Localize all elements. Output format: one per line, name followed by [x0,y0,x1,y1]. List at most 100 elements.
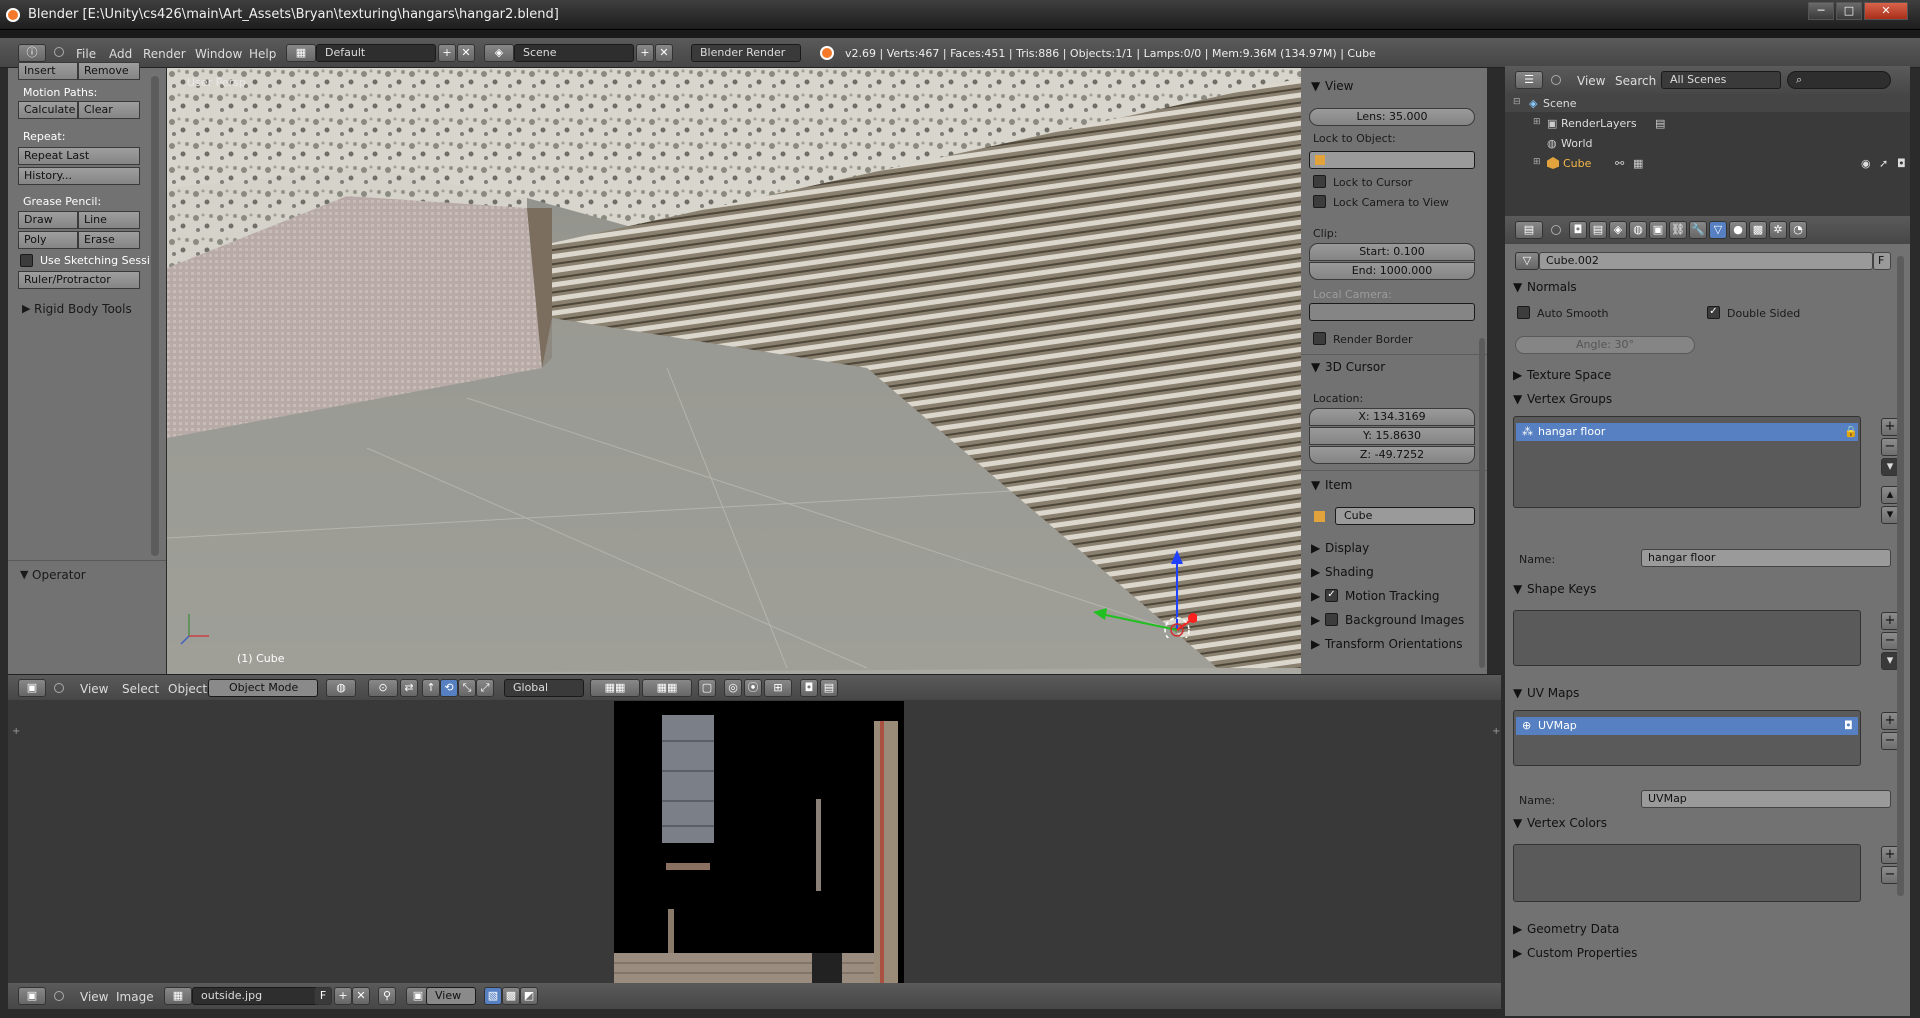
draw-channels-rgb-icon[interactable]: ▧ [484,987,502,1005]
render-border-checkbox[interactable] [1313,332,1326,345]
browse-image-icon[interactable]: ▦ [164,987,192,1005]
transform-orientation-select[interactable]: Global [504,679,584,697]
editor-type-icon[interactable]: ⓘ [18,44,46,62]
outliner-item-scene[interactable]: Scene [1543,97,1577,110]
line-button[interactable]: Line [78,211,140,229]
lock-icon[interactable]: 🔒 [1844,425,1858,438]
menu-render[interactable]: Render [143,47,186,61]
remove-scene-button[interactable]: ✕ [655,44,673,62]
repeat-last-button[interactable]: Repeat Last [18,147,140,165]
menu-window[interactable]: Window [195,47,242,61]
view-mode-select[interactable]: View [426,987,476,1005]
calculate-button[interactable]: Calculate [18,101,78,119]
mesh-name-field[interactable]: Cube.002 [1539,252,1873,270]
motion-tracking-expand-icon[interactable]: ▶ [1311,589,1320,603]
expand-icon[interactable]: ⊞ [1533,157,1541,167]
uv-map-item[interactable]: UVMap [1516,717,1858,735]
scene-field[interactable]: Scene [514,44,634,62]
scene-icon[interactable]: ◈ [484,44,514,62]
cursor-panel-header[interactable]: 3D Cursor [1325,360,1385,374]
menu-select[interactable]: Select [122,682,159,696]
new-image-button[interactable]: + [334,987,352,1005]
use-sketching-checkbox[interactable] [20,254,33,267]
render-still-icon[interactable]: ◘ [800,679,818,697]
snap-element-icon[interactable]: ⊞ [764,679,792,697]
draw-button[interactable]: Draw [18,211,78,229]
left-plus-icon[interactable]: + [12,726,20,737]
custom-properties-header[interactable]: Custom Properties [1527,946,1637,960]
item-name-field[interactable]: Cube [1335,507,1475,525]
item-panel-header[interactable]: Item [1325,478,1352,492]
item-panel-toggle-icon[interactable]: ▼ [1311,478,1320,492]
world-tab-icon[interactable]: ◍ [1629,221,1647,239]
unlink-image-button[interactable]: ✕ [352,987,370,1005]
vertex-groups-collapse-icon[interactable]: ▼ [1513,392,1522,406]
display-header[interactable]: Display [1325,541,1369,555]
screen-layout-icon[interactable]: ▦ [286,44,316,62]
shading-expand-icon[interactable]: ▶ [1311,565,1320,579]
background-images-header[interactable]: Background Images [1345,613,1464,627]
object-tab-icon[interactable]: ▣ [1649,221,1667,239]
properties-scrollbar[interactable] [1897,256,1904,896]
uv-maps-header[interactable]: UV Maps [1527,686,1579,700]
lock-to-object-field[interactable] [1309,151,1475,169]
rigid-body-expand-icon[interactable]: ▶ [22,302,30,315]
operator-header[interactable]: Operator [32,568,86,582]
menu-help[interactable]: Help [249,47,276,61]
properties-scrollbar[interactable] [1479,338,1485,668]
proportional-edit-icon[interactable]: ◎ [724,679,742,697]
clip-end-field[interactable]: End: 1000.000 [1309,262,1475,280]
particles-tab-icon[interactable]: ✲ [1769,221,1787,239]
cursor-z-field[interactable]: Z: -49.7252 [1309,446,1475,464]
shading-mode-icon[interactable]: ◍ [326,679,356,697]
vertex-group-item[interactable]: hangar floor [1516,423,1858,441]
geometry-data-expand-icon[interactable]: ▶ [1513,922,1522,936]
vertex-group-name-field[interactable]: hangar floor [1641,549,1891,567]
mesh-data-browse-icon[interactable]: ▽ [1515,252,1539,270]
outliner-item-renderlayers[interactable]: RenderLayers [1561,117,1637,130]
display-expand-icon[interactable]: ▶ [1311,541,1320,555]
uv-maps-list[interactable]: UVMap ⊕ ◘ [1513,710,1861,766]
maximize-button[interactable]: □ [1836,2,1862,20]
texture-space-header[interactable]: Texture Space [1527,368,1611,382]
outliner-search-field[interactable]: ⌕ [1787,71,1891,89]
snap-toggle-icon[interactable]: ⦿ [744,679,762,697]
scale-alt-icon[interactable]: ⤢ [476,679,494,697]
translate-icon[interactable]: ↑ [422,679,440,697]
poly-button[interactable]: Poly [18,231,78,249]
custom-properties-expand-icon[interactable]: ▶ [1513,946,1522,960]
close-button[interactable]: ✕ [1864,2,1908,20]
cursor-x-field[interactable]: X: 134.3169 [1309,408,1475,426]
selectable-arrow-icon[interactable]: ➚ [1879,157,1888,170]
scene-tab-icon[interactable]: ◈ [1609,221,1627,239]
normals-collapse-icon[interactable]: ▼ [1513,280,1522,294]
geometry-data-header[interactable]: Geometry Data [1527,922,1619,936]
render-engine-select[interactable]: Blender Render [691,44,801,62]
remove-button[interactable]: Remove [78,62,140,80]
clip-start-field[interactable]: Start: 0.100 [1309,243,1475,261]
remove-layout-button[interactable]: ✕ [457,44,475,62]
mesh-fake-user-button[interactable]: F [1873,252,1891,270]
insert-button[interactable]: Insert [18,62,78,80]
expand-icon[interactable]: ⊞ [1533,117,1541,127]
collapse-icon[interactable] [1551,75,1561,85]
normals-header[interactable]: Normals [1527,280,1577,294]
shape-keys-header[interactable]: Shape Keys [1527,582,1596,596]
erase-button[interactable]: Erase [78,231,140,249]
lock-to-cursor-checkbox[interactable] [1313,175,1326,188]
menu-view[interactable]: View [80,682,108,696]
render-uv-icon[interactable]: ◘ [1844,719,1853,732]
texture-tab-icon[interactable]: ▩ [1749,221,1767,239]
image-name-field[interactable]: outside.jpg [192,987,322,1005]
editor-type-icon[interactable]: ▣ [18,679,46,697]
fake-user-button[interactable]: F [314,987,332,1005]
modifiers-tab-icon[interactable]: 🔧 [1689,221,1707,239]
collapse-icon[interactable] [54,991,64,1001]
clear-button[interactable]: Clear [78,101,140,119]
tool-shelf-scrollbar[interactable] [151,76,159,556]
right-plus-icon[interactable]: + [1492,726,1500,737]
motion-tracking-checkbox[interactable]: ✓ [1325,589,1338,602]
constraints-tab-icon[interactable]: ⛓ [1669,221,1687,239]
background-images-expand-icon[interactable]: ▶ [1311,613,1320,627]
menu-search[interactable]: Search [1615,74,1656,88]
